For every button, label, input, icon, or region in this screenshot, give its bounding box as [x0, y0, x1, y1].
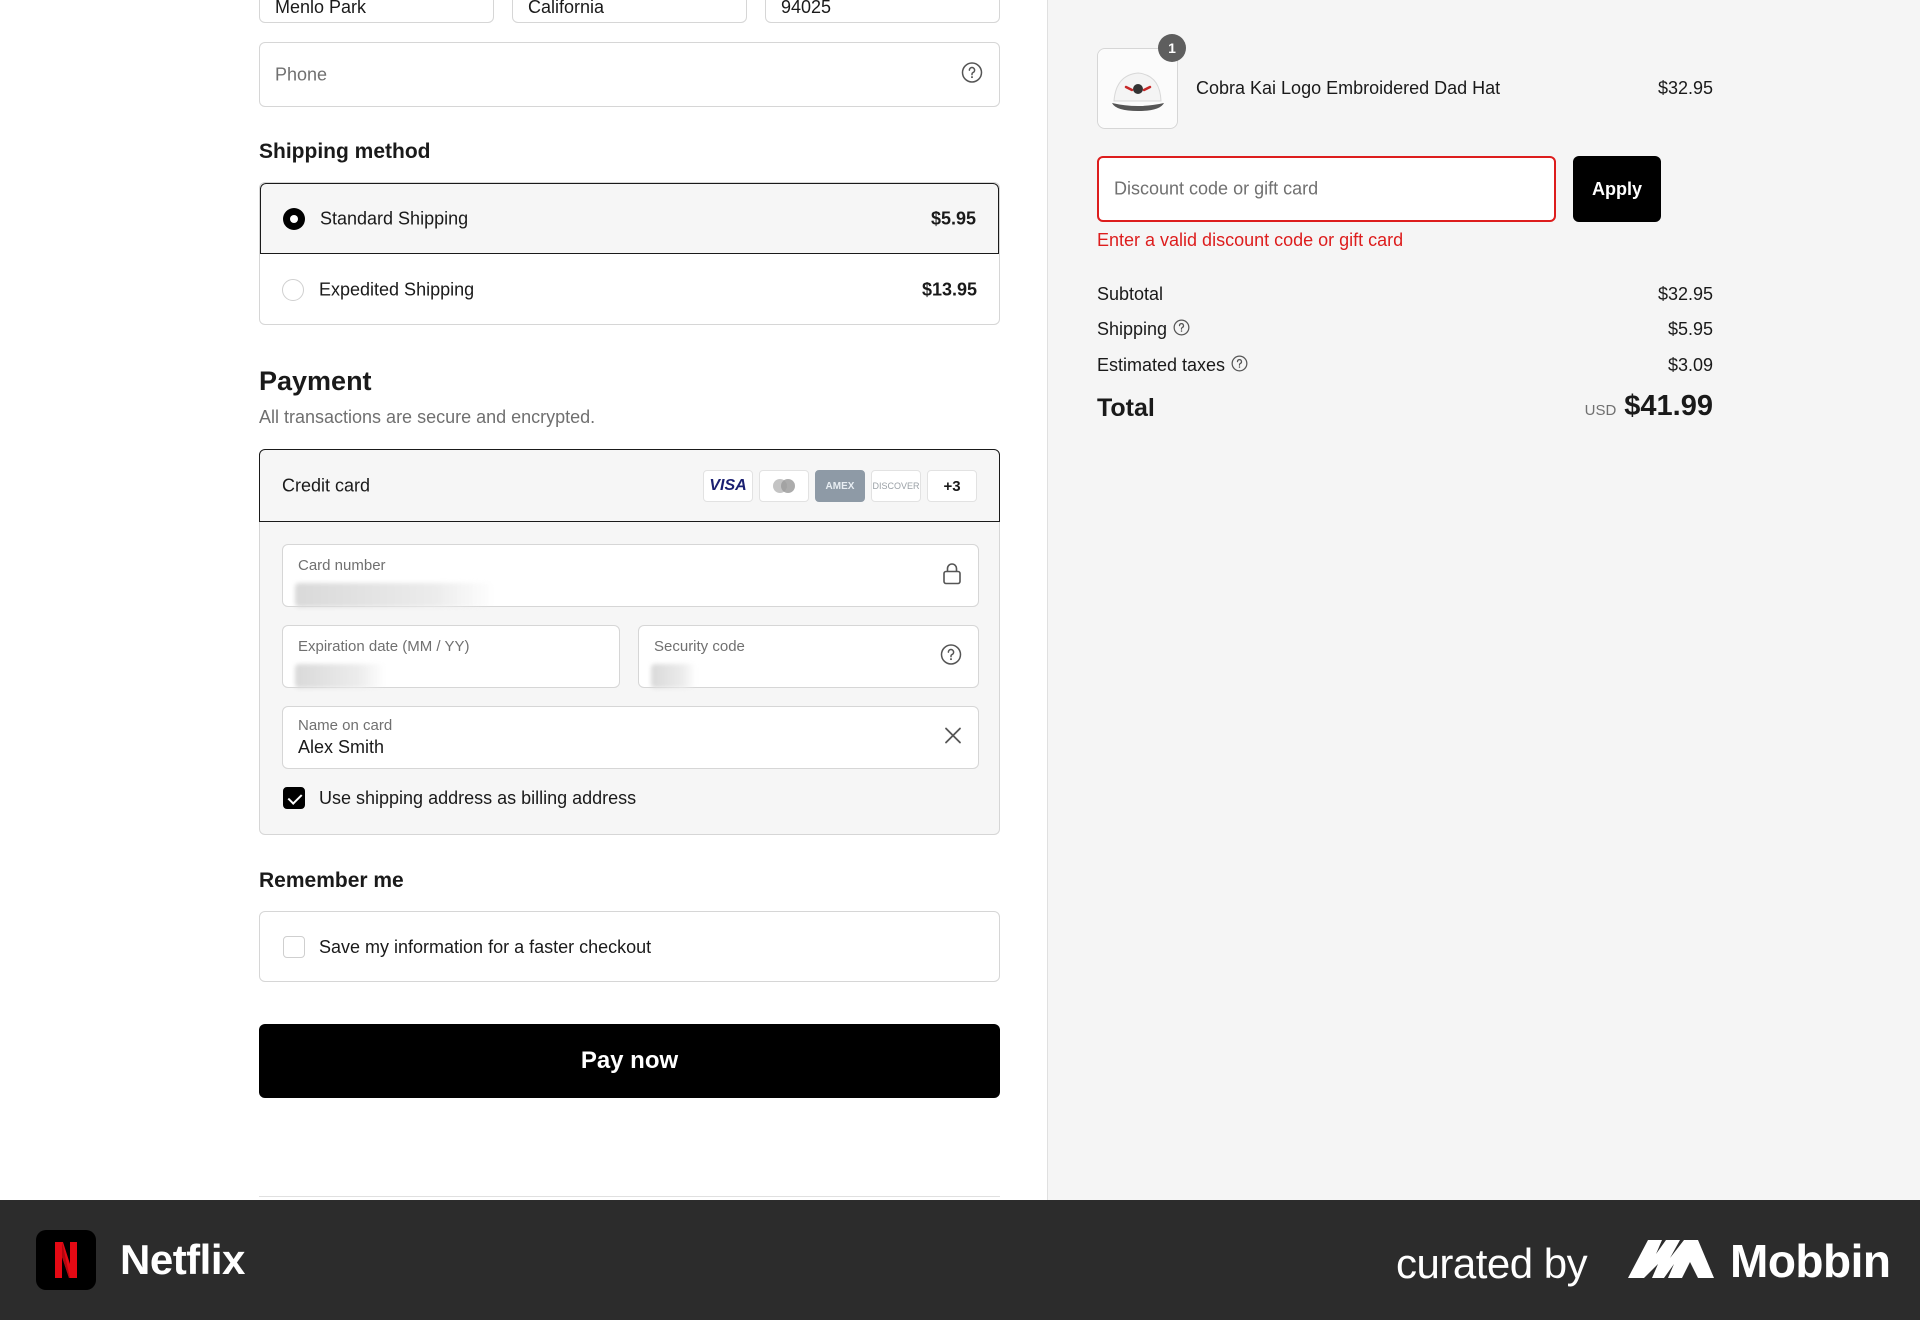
- payment-method-box: Credit card VISA AMEX DISCOVER +3 Card n…: [259, 449, 1000, 837]
- discount-error-message: Enter a valid discount code or gift card: [1097, 230, 1404, 250]
- shipping-option-price: $5.95: [930, 208, 976, 228]
- subtotal-value: $32.95: [1657, 284, 1713, 304]
- credit-card-form: Card number Expiration date (MM / YY) Se…: [259, 522, 1000, 835]
- product-name: Cobra Kai Logo Embroidered Dad Hat: [1196, 78, 1501, 98]
- security-code-field[interactable]: Security code: [638, 625, 979, 688]
- apply-button[interactable]: Apply: [1573, 156, 1661, 222]
- card-brands: VISA AMEX DISCOVER +3: [703, 470, 977, 502]
- billing-address-checkbox[interactable]: [283, 787, 305, 809]
- clear-icon[interactable]: [944, 726, 962, 749]
- save-info-label: Save my information for a faster checkou…: [319, 937, 652, 957]
- discount-placeholder: Discount code or gift card: [1114, 178, 1319, 199]
- app-name: Netflix: [120, 1236, 245, 1283]
- payment-method-label: Credit card: [282, 475, 371, 495]
- netflix-logo-icon: [36, 1230, 96, 1290]
- shipping-option-name: Standard Shipping: [320, 208, 469, 228]
- remember-me-box: Save my information for a faster checkou…: [259, 911, 1000, 982]
- lock-icon: [942, 562, 962, 589]
- city-value: Menlo Park: [275, 0, 367, 17]
- pay-now-button[interactable]: Pay now: [259, 1024, 1000, 1098]
- shipping-option-price: $13.95: [921, 279, 977, 299]
- subtotal-label: Subtotal: [1097, 284, 1164, 304]
- state-field[interactable]: California: [512, 0, 747, 23]
- cap-image: [1098, 49, 1177, 128]
- discount-code-input[interactable]: Discount code or gift card: [1097, 156, 1556, 222]
- currency-code: USD: [1584, 402, 1617, 419]
- card-number-label: Card number: [298, 557, 386, 574]
- shipping-option-standard[interactable]: Standard Shipping $5.95: [260, 183, 999, 254]
- radio-unselected[interactable]: [282, 278, 304, 301]
- phone-placeholder: Phone: [275, 64, 328, 84]
- name-on-card-field[interactable]: Name on card Alex Smith: [282, 706, 979, 769]
- help-circle-icon[interactable]: [940, 643, 962, 670]
- shipping-option-expedited[interactable]: Expedited Shipping $13.95: [260, 254, 999, 324]
- product-price: $32.95: [1657, 78, 1713, 98]
- total-row: USD $41.99: [1585, 390, 1713, 423]
- security-code-label: Security code: [654, 638, 745, 655]
- expiration-date-value: [295, 664, 385, 688]
- zip-value: 94025: [781, 0, 832, 17]
- state-value: California: [528, 0, 605, 17]
- shipping-label: Shipping: [1097, 319, 1168, 339]
- checkout-form-panel: Menlo Park California 94025 Phone Shippi…: [0, 0, 1047, 1200]
- card-number-value: [295, 583, 495, 607]
- shipping-row: Shipping: [1097, 319, 1190, 341]
- expiration-date-field[interactable]: Expiration date (MM / YY): [282, 625, 620, 688]
- zip-field[interactable]: 94025: [765, 0, 1000, 23]
- help-circle-icon[interactable]: [961, 61, 983, 88]
- footer-bar: Netflix curated by Mobbin: [0, 1200, 1920, 1320]
- save-info-checkbox[interactable]: [283, 936, 305, 958]
- mastercard-icon: [759, 470, 809, 502]
- name-on-card-value: Alex Smith: [298, 737, 385, 757]
- divider: [259, 1196, 1000, 1197]
- name-on-card-label: Name on card: [298, 717, 393, 734]
- help-circle-icon[interactable]: [1173, 319, 1190, 341]
- shipping-option-name: Expedited Shipping: [319, 279, 475, 299]
- amex-icon: AMEX: [815, 470, 865, 502]
- mobbin-brand-name: Mobbin: [1730, 1235, 1891, 1287]
- more-brands-badge: +3: [927, 470, 977, 502]
- discover-icon: DISCOVER: [871, 470, 921, 502]
- taxes-row: Estimated taxes: [1097, 355, 1248, 377]
- shipping-value: $5.95: [1667, 319, 1713, 339]
- payment-heading: Payment: [259, 366, 372, 396]
- curated-by-text: curated by: [1396, 1240, 1588, 1287]
- security-code-value: [651, 664, 696, 688]
- expiration-date-label: Expiration date (MM / YY): [298, 638, 470, 655]
- total-label: Total: [1097, 394, 1155, 422]
- total-value: $41.99: [1624, 390, 1713, 422]
- remember-me-heading: Remember me: [259, 869, 404, 892]
- radio-selected[interactable]: [283, 207, 305, 230]
- mobbin-logo-icon: [1626, 1236, 1716, 1285]
- card-number-field[interactable]: Card number: [282, 544, 979, 607]
- city-field[interactable]: Menlo Park: [259, 0, 494, 23]
- taxes-label: Estimated taxes: [1097, 355, 1226, 375]
- quantity-badge: 1: [1158, 34, 1186, 62]
- billing-address-label: Use shipping address as billing address: [319, 788, 637, 808]
- payment-option-credit-card[interactable]: Credit card VISA AMEX DISCOVER +3: [259, 449, 1000, 522]
- help-circle-icon[interactable]: [1231, 355, 1248, 377]
- visa-icon: VISA: [703, 470, 753, 502]
- taxes-value: $3.09: [1667, 355, 1713, 375]
- shipping-options: Standard Shipping $5.95 Expedited Shippi…: [259, 182, 1000, 325]
- payment-subtitle: All transactions are secure and encrypte…: [259, 407, 596, 427]
- shipping-method-heading: Shipping method: [259, 140, 431, 163]
- phone-field[interactable]: Phone: [259, 42, 1000, 107]
